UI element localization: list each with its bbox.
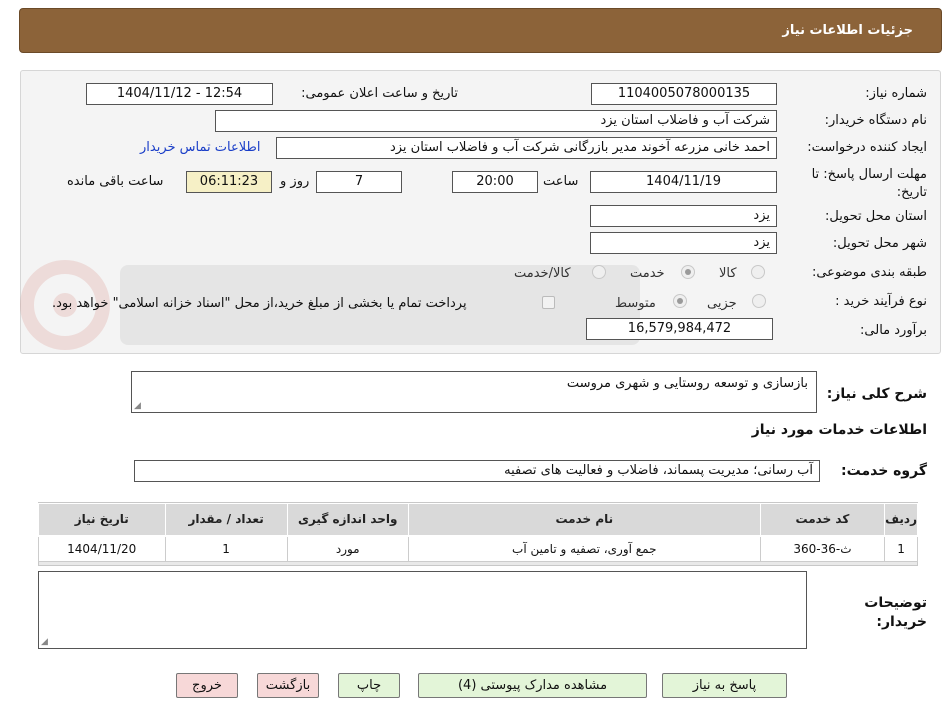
col-quantity: تعداد / مقدار [164, 503, 288, 537]
treasury-payment-checkbox[interactable] [542, 296, 555, 309]
deadline-date-field: 1404/11/19 [590, 171, 777, 193]
col-need-date: تاریخ نیاز [38, 503, 166, 537]
process-motavaset-radio[interactable] [673, 294, 687, 308]
table-header-row: ردیف کد خدمت نام خدمت واحد اندازه گیری ت… [38, 503, 918, 537]
creator-field: احمد خانی مزرعه آخوند مدیر بازرگانی شرکت… [276, 137, 777, 159]
description-text: بازسازی و توسعه روستایی و شهری مروست [566, 376, 808, 391]
announce-field: 1404/11/12 - 12:54 [86, 83, 273, 105]
need-number-label: شماره نیاز: [865, 86, 927, 101]
city-field: یزد [590, 232, 777, 254]
page-header: جزئیات اطلاعات نیاز [19, 8, 942, 53]
services-table: ردیف کد خدمت نام خدمت واحد اندازه گیری ت… [38, 503, 918, 562]
cell-row: 1 [884, 535, 918, 562]
buyer-org-label: نام دستگاه خریدار: [824, 113, 927, 128]
deadline-time-label: ساعت [543, 174, 579, 189]
treasury-payment-note: پرداخت تمام یا بخشی از مبلغ خرید،از محل … [52, 296, 467, 311]
category-khedmat-radio[interactable] [681, 265, 695, 279]
col-service-name: نام خدمت [407, 503, 761, 537]
category-label: طبقه بندی موضوعی: [811, 265, 927, 280]
city-label: شهر محل تحویل: [832, 236, 927, 251]
resize-grip-icon: ◢ [134, 401, 141, 411]
process-jozi-label: جزیی [707, 296, 737, 311]
remaining-time-field: 06:11:23 [186, 171, 272, 193]
deadline-time-field: 20:00 [452, 171, 538, 193]
process-label: نوع فرآیند خرید : [835, 294, 927, 309]
resize-grip-icon: ◢ [41, 637, 48, 647]
print-button[interactable]: چاپ [338, 673, 400, 698]
process-motavaset-label: متوسط [615, 296, 656, 311]
buyer-notes-label: توضیحات خریدار: [864, 595, 927, 630]
days-field: 7 [316, 171, 402, 193]
exit-button[interactable]: خروج [176, 673, 238, 698]
process-jozi-radio[interactable] [752, 294, 766, 308]
cell-service-name: جمع آوری، تصفیه و تامین آب [407, 535, 761, 562]
category-kala-khedmat-radio[interactable] [592, 265, 606, 279]
buyer-contact-link[interactable]: اطلاعات تماس خریدار [140, 140, 260, 155]
remaining-time-label: ساعت باقی مانده [67, 174, 164, 189]
col-service-code: کد خدمت [759, 503, 886, 537]
estimate-field: 16,579,984,472 [586, 318, 773, 340]
days-label: روز و [280, 174, 310, 189]
page-title: جزئیات اطلاعات نیاز [782, 23, 913, 38]
category-kala-label: کالا [719, 266, 737, 281]
estimate-label: برآورد مالی: [860, 323, 927, 338]
buyer-notes-textarea[interactable]: ◢ [38, 571, 807, 649]
category-khedmat-label: خدمت [630, 266, 665, 281]
announce-label: تاریخ و ساعت اعلان عمومی: [301, 86, 458, 101]
back-button[interactable]: بازگشت [257, 673, 319, 698]
creator-label: ایجاد کننده درخواست: [807, 140, 927, 155]
service-group-label: گروه خدمت: [841, 463, 927, 479]
col-row: ردیف [884, 503, 918, 537]
services-section-title: اطلاعات خدمات مورد نیاز [751, 422, 927, 438]
description-textarea: بازسازی و توسعه روستایی و شهری مروست ◢ [131, 371, 817, 413]
cell-unit: مورد [286, 535, 409, 562]
cell-service-code: ث-36-360 [759, 535, 886, 562]
attachments-button[interactable]: مشاهده مدارک پیوستی (4) [418, 673, 647, 698]
table-row: 1 ث-36-360 جمع آوری، تصفیه و تامین آب مو… [38, 535, 918, 562]
need-number-field: 1104005078000135 [591, 83, 777, 105]
cell-need-date: 1404/11/20 [38, 535, 166, 562]
deadline-label: مهلت ارسال پاسخ: تا تاریخ: [811, 167, 927, 200]
service-group-field: آب رسانی؛ مدیریت پسماند، فاضلاب و فعالیت… [134, 460, 820, 482]
col-unit: واحد اندازه گیری [286, 503, 409, 537]
buyer-org-field: شرکت آب و فاضلاب استان یزد [215, 110, 777, 132]
description-label: شرح کلی نیاز: [826, 386, 927, 402]
reply-button[interactable]: پاسخ به نیاز [662, 673, 787, 698]
province-label: استان محل تحویل: [825, 209, 927, 224]
category-kala-radio[interactable] [751, 265, 765, 279]
province-field: یزد [590, 205, 777, 227]
category-kala-khedmat-label: کالا/خدمت [514, 266, 571, 281]
cell-quantity: 1 [164, 535, 288, 562]
